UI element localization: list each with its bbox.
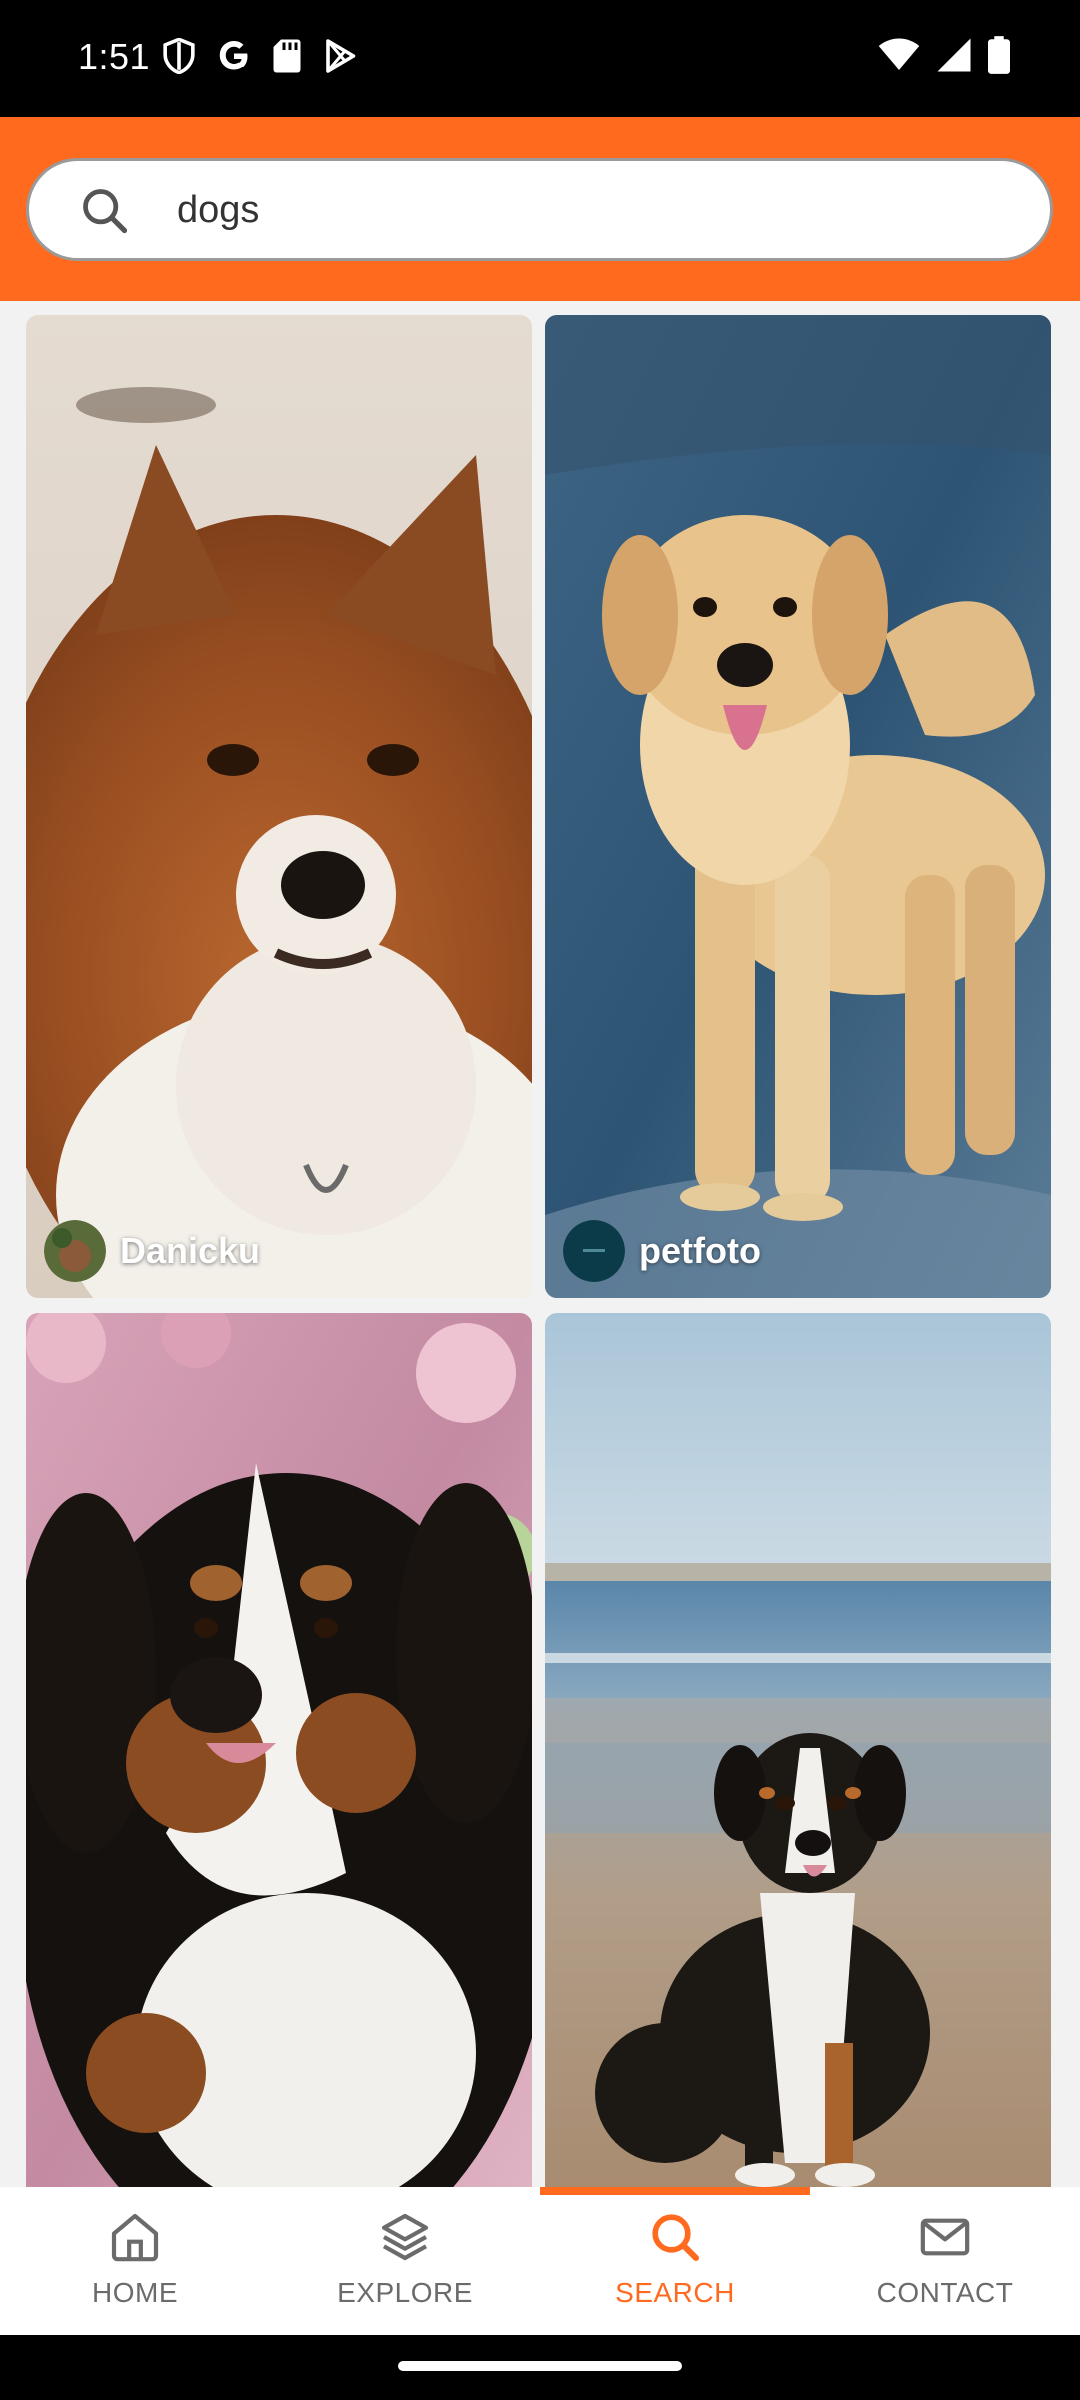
- dog-photo: [26, 1313, 532, 2187]
- battery-icon: [988, 36, 1010, 74]
- play-store-icon: [326, 39, 356, 73]
- nav-item-home[interactable]: HOME: [0, 2187, 270, 2335]
- shield-icon: [163, 38, 195, 74]
- search-icon[interactable]: [79, 185, 131, 237]
- google-icon: [219, 41, 248, 70]
- system-gesture-area: [0, 2335, 1080, 2400]
- wifi-icon: [878, 38, 920, 70]
- mail-icon: [920, 2218, 970, 2256]
- author-name: Danicku: [120, 1230, 261, 1271]
- status-notification-icons: [162, 38, 358, 74]
- author-badge[interactable]: petfoto: [563, 1220, 761, 1282]
- search-icon: [652, 2214, 700, 2262]
- avatar: [44, 1220, 106, 1282]
- author-name: petfoto: [639, 1230, 761, 1271]
- bottom-nav: HOME EXPLORE SEARCH CONTACT: [0, 2187, 1080, 2335]
- nav-item-explore[interactable]: EXPLORE: [270, 2187, 540, 2335]
- home-icon: [111, 2213, 159, 2262]
- nav-item-search[interactable]: SEARCH: [540, 2187, 810, 2335]
- dog-photo: [545, 315, 1051, 1298]
- layers-icon: [381, 2213, 429, 2261]
- result-card[interactable]: petfoto: [545, 315, 1051, 1298]
- results-grid: Danicku petfoto: [0, 301, 1080, 2187]
- author-badge[interactable]: Danicku: [44, 1220, 260, 1282]
- avatar: [563, 1220, 625, 1282]
- dog-photo: [26, 315, 532, 1298]
- status-system-icons: [878, 36, 1010, 74]
- result-card[interactable]: [26, 1313, 532, 2187]
- status-time: 1:51: [78, 36, 151, 77]
- signal-icon: [937, 38, 971, 72]
- nav-label: EXPLORE: [337, 2277, 473, 2308]
- dog-photo: [545, 1313, 1051, 2187]
- nav-label: CONTACT: [876, 2277, 1014, 2308]
- nav-label: HOME: [92, 2277, 178, 2308]
- result-card[interactable]: [545, 1313, 1051, 2187]
- sd-card-icon: [273, 39, 301, 73]
- search-bar[interactable]: [26, 158, 1053, 261]
- search-header: [0, 117, 1080, 301]
- result-card[interactable]: Danicku: [26, 315, 532, 1298]
- search-input[interactable]: [177, 175, 997, 245]
- nav-label: SEARCH: [615, 2277, 735, 2308]
- nav-item-contact[interactable]: CONTACT: [810, 2187, 1080, 2335]
- gesture-handle[interactable]: [398, 2361, 682, 2371]
- status-bar: 1:51: [0, 0, 1080, 117]
